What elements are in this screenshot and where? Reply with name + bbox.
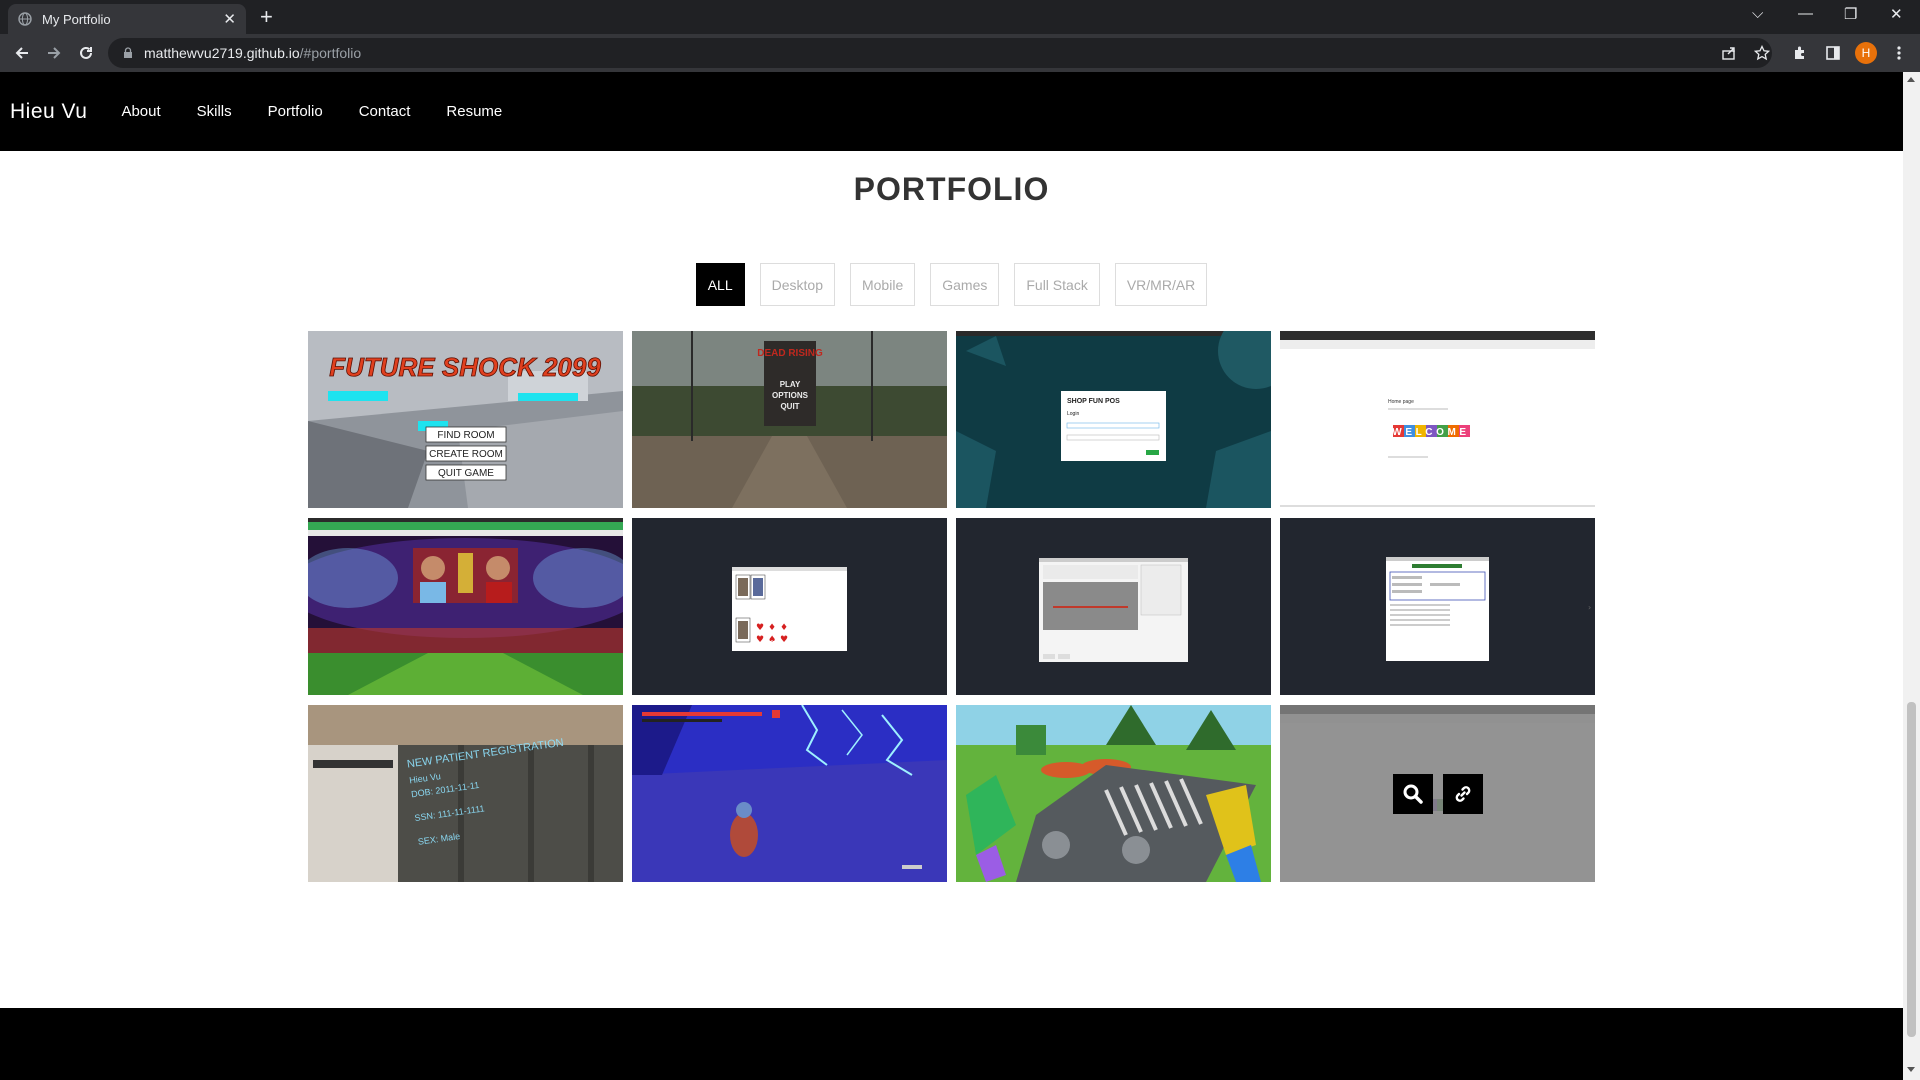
- filter-vr-mr-ar[interactable]: VR/MR/AR: [1114, 263, 1208, 306]
- future-shock-thumbnail: FUTURE SHOCK 2099 FIND ROOM CREATE ROOM …: [308, 331, 623, 508]
- zoom-button[interactable]: [1392, 773, 1433, 814]
- browser-tabstrip: My Portfolio ✕ + ⌵ — ❐ ✕: [0, 0, 1920, 34]
- fs-menu-quit-game: QUIT GAME: [438, 468, 494, 479]
- welcome-page-thumbnail: Home page WELCOME: [1280, 331, 1595, 508]
- svg-text:›: ›: [1588, 603, 1591, 612]
- portfolio-item-desktop-app[interactable]: [956, 518, 1271, 695]
- welcome-word: WELCOME: [1392, 427, 1469, 438]
- portfolio-item-inventory-app[interactable]: ›: [1280, 518, 1595, 695]
- svg-text:♥: ♥: [780, 635, 788, 645]
- scroll-up-arrow-icon[interactable]: [1907, 77, 1915, 82]
- arena-game-thumbnail: [632, 705, 947, 882]
- portfolio-item-future-shock[interactable]: FUTURE SHOCK 2099 FIND ROOM CREATE ROOM …: [308, 331, 623, 508]
- link-icon: [1455, 785, 1470, 802]
- nav-link-about[interactable]: About: [121, 103, 160, 120]
- card-game-thumbnail: ♥ ♦ ♦ ♥ ♠ ♥: [632, 518, 947, 695]
- forward-icon[interactable]: [43, 42, 65, 64]
- browser-tab[interactable]: My Portfolio ✕: [8, 4, 246, 34]
- back-icon[interactable]: [11, 42, 33, 64]
- filter-mobile[interactable]: Mobile: [849, 263, 916, 306]
- fs-menu-create-room: CREATE ROOM: [429, 449, 503, 460]
- dead-rising-title: DEAD RISING: [757, 348, 823, 359]
- desktop-app-thumbnail: [956, 518, 1271, 695]
- portfolio-item-vr-registration[interactable]: NEW PATIENT REGISTRATION Hieu Vu DOB: 20…: [308, 705, 623, 882]
- link-button[interactable]: [1442, 773, 1483, 814]
- portfolio-grid: FUTURE SHOCK 2099 FIND ROOM CREATE ROOM …: [308, 331, 1598, 882]
- shop-pos-login: Login: [1067, 411, 1079, 417]
- profile-avatar[interactable]: H: [1855, 42, 1877, 64]
- portfolio-item-football-app[interactable]: [308, 518, 623, 695]
- nav-link-contact[interactable]: Contact: [359, 103, 411, 120]
- football-app-thumbnail: [308, 518, 623, 695]
- portfolio-item-welcome-page[interactable]: Home page WELCOME: [1280, 331, 1595, 508]
- share-icon[interactable]: [1719, 43, 1739, 63]
- search-icon: [1403, 784, 1423, 804]
- lock-icon: [124, 47, 132, 58]
- minimize-icon[interactable]: —: [1798, 5, 1813, 22]
- filter-desktop[interactable]: Desktop: [759, 263, 835, 306]
- page-viewport: Hieu Vu About Skills Portfolio Contact R…: [0, 72, 1903, 1080]
- dead-rising-thumbnail: DEAD RISING PLAY OPTIONS QUIT: [632, 331, 947, 508]
- close-tab-icon[interactable]: ✕: [223, 10, 236, 28]
- portfolio-item-welcome-page-2[interactable]: [1280, 705, 1595, 882]
- reload-icon[interactable]: [75, 42, 97, 64]
- nav-link-skills[interactable]: Skills: [197, 103, 232, 120]
- dr-menu-options: OPTIONS: [772, 391, 809, 400]
- nav-link-resume[interactable]: Resume: [446, 103, 502, 120]
- filter-all[interactable]: ALL: [695, 263, 745, 306]
- page-scrollbar[interactable]: [1903, 72, 1920, 1080]
- site-brand[interactable]: Hieu Vu: [10, 100, 87, 124]
- menu-kebab-icon[interactable]: [1889, 43, 1909, 63]
- nav-link-portfolio[interactable]: Portfolio: [268, 103, 323, 120]
- bookmark-star-icon[interactable]: [1752, 43, 1772, 63]
- svg-text:♠: ♠: [768, 635, 776, 645]
- svg-text:♥: ♥: [756, 635, 764, 645]
- browser-toolbar: matthewvu2719.github.io/#portfolio H: [0, 34, 1920, 72]
- url-path: /#portfolio: [299, 45, 362, 61]
- tab-search-icon[interactable]: ⌵: [1752, 5, 1763, 22]
- filter-games[interactable]: Games: [930, 263, 1000, 306]
- scroll-down-arrow-icon[interactable]: [1907, 1067, 1915, 1072]
- hover-overlay: [1280, 705, 1595, 882]
- inventory-app-thumbnail: ›: [1280, 518, 1595, 695]
- site-footer: [0, 1008, 1903, 1080]
- scrollbar-thumb[interactable]: [1907, 702, 1916, 1037]
- restore-icon[interactable]: ❐: [1844, 5, 1857, 23]
- portfolio-item-shop-pos[interactable]: SHOP FUN POS Login: [956, 331, 1271, 508]
- filter-full-stack[interactable]: Full Stack: [1014, 263, 1100, 306]
- close-window-icon[interactable]: ✕: [1890, 5, 1903, 23]
- shop-pos-title: SHOP FUN POS: [1067, 398, 1120, 405]
- svg-text:♦: ♦: [768, 623, 776, 633]
- new-tab-icon[interactable]: +: [260, 5, 273, 29]
- portfolio-item-dead-rising[interactable]: DEAD RISING PLAY OPTIONS QUIT: [632, 331, 947, 508]
- portfolio-item-card-game[interactable]: ♥ ♦ ♦ ♥ ♠ ♥: [632, 518, 947, 695]
- extensions-puzzle-icon[interactable]: [1790, 43, 1810, 63]
- site-navbar: Hieu Vu About Skills Portfolio Contact R…: [0, 72, 1903, 151]
- dr-menu-quit: QUIT: [780, 402, 799, 411]
- svg-text:♦: ♦: [780, 623, 788, 633]
- fs-menu-find-room: FIND ROOM: [437, 430, 494, 441]
- shop-pos-thumbnail: SHOP FUN POS Login: [956, 331, 1271, 508]
- welcome-heading: Home page: [1388, 399, 1414, 405]
- dr-menu-play: PLAY: [780, 380, 801, 389]
- tab-title: My Portfolio: [42, 11, 111, 27]
- portfolio-item-vr-keyboard[interactable]: [956, 705, 1271, 882]
- side-panel-icon[interactable]: [1823, 43, 1843, 63]
- section-title: PORTFOLIO: [853, 171, 1050, 207]
- portfolio-item-arena-game[interactable]: [632, 705, 947, 882]
- svg-text:♥: ♥: [756, 623, 764, 633]
- vr-keyboard-thumbnail: [956, 705, 1271, 882]
- globe-icon: [18, 12, 32, 26]
- address-bar[interactable]: matthewvu2719.github.io/#portfolio: [108, 38, 1772, 68]
- vr-registration-thumbnail: NEW PATIENT REGISTRATION Hieu Vu DOB: 20…: [308, 705, 623, 882]
- url-host: matthewvu2719.github.io: [144, 45, 300, 61]
- future-shock-title: FUTURE SHOCK 2099: [329, 352, 601, 382]
- portfolio-filters: ALL Desktop Mobile Games Full Stack VR/M…: [0, 263, 1903, 306]
